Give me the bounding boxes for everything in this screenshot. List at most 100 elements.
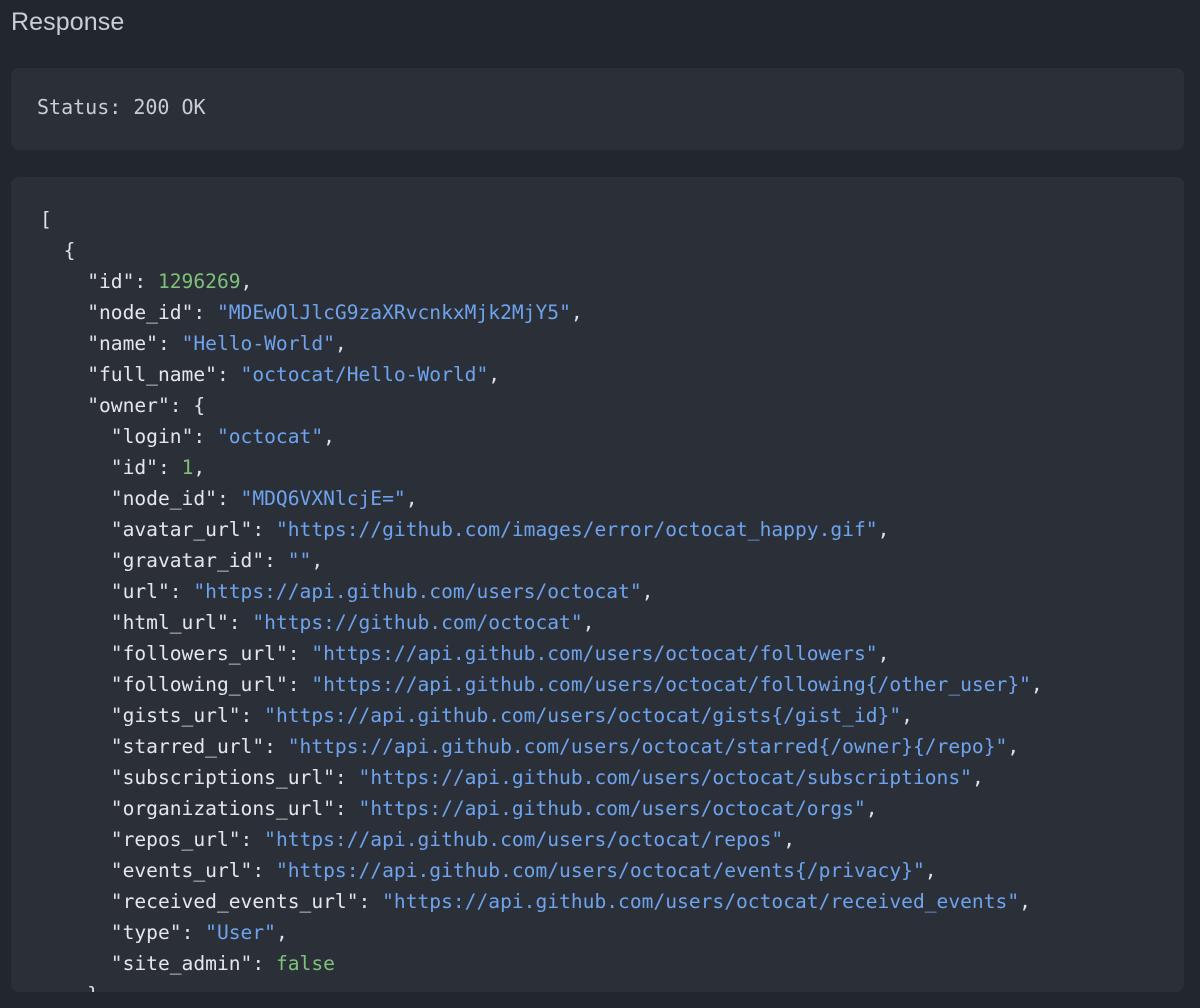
json-colon: : <box>264 549 288 572</box>
json-quote: " <box>110 921 123 944</box>
json-colon: : <box>240 828 265 851</box>
json-quote: " <box>311 425 324 448</box>
json-quote: " <box>87 394 99 417</box>
json-quote: " <box>358 766 371 789</box>
json-quote: " <box>570 611 583 634</box>
json-quote: " <box>110 704 123 727</box>
json-comma: , <box>901 704 913 727</box>
json-quote: " <box>264 828 276 851</box>
json-quote: " <box>110 518 123 541</box>
json-string-value: https://api.github.com/users/octocat/rec… <box>393 890 1008 913</box>
json-bracket: }, <box>87 983 111 992</box>
json-bracket: { <box>63 239 76 262</box>
json-colon: : <box>181 921 206 944</box>
json-quote: " <box>240 518 253 541</box>
json-quote: " <box>122 270 135 293</box>
json-quote: " <box>264 704 276 727</box>
json-quote: " <box>995 735 1008 758</box>
json-comma: , <box>971 766 984 789</box>
json-quote: " <box>358 797 371 820</box>
json-quote: " <box>169 921 182 944</box>
json-number-value: 1296269 <box>157 270 241 293</box>
json-comma: , <box>323 425 335 448</box>
json-key: full_name <box>98 363 206 386</box>
json-string-value: https://github.com/octocat <box>264 611 571 634</box>
json-comma: , <box>1007 735 1020 758</box>
json-colon: : <box>240 704 265 727</box>
json-key: name <box>98 332 147 355</box>
json-quote: " <box>228 828 241 851</box>
response-body-panel[interactable]: [ { "id": 1296269, "node_id": "MDEwOlJlc… <box>11 177 1184 992</box>
json-colon: : <box>252 952 276 975</box>
json-key: gists_url <box>122 704 229 727</box>
json-quote: " <box>240 363 253 386</box>
json-quote: " <box>110 487 123 510</box>
json-quote: " <box>205 363 217 386</box>
json-quote: " <box>275 642 288 665</box>
json-key: gravatar_id <box>122 549 253 572</box>
json-quote: " <box>299 549 312 572</box>
response-page: Response Status: 200 OK [ { "id": 129626… <box>0 0 1200 1008</box>
json-key: id <box>98 270 123 293</box>
json-quote: " <box>181 425 194 448</box>
json-quote: " <box>110 580 123 603</box>
code-line: "html_url": "https://github.com/octocat"… <box>40 607 1043 638</box>
json-quote: " <box>346 890 359 913</box>
json-key: events_url <box>122 859 241 882</box>
code-line: }, <box>40 979 1043 992</box>
json-string-value: octocat/Hello-World <box>252 363 477 386</box>
code-line: "organizations_url": "https://api.github… <box>40 793 1043 824</box>
json-quote: " <box>393 487 406 510</box>
json-quote: " <box>193 580 206 603</box>
json-comma: , <box>275 921 288 944</box>
json-colon: : <box>216 363 241 386</box>
json-quote: " <box>110 673 123 696</box>
json-string-value: https://api.github.com/users/octocat/sta… <box>299 735 996 758</box>
json-quote: " <box>252 735 265 758</box>
json-comma: , <box>865 797 878 820</box>
code-line: "site_admin": false <box>40 948 1043 979</box>
code-line: "login": "octocat", <box>40 421 1043 452</box>
json-quote: " <box>323 332 335 355</box>
json-string-value: https://github.com/images/error/octocat_… <box>287 518 866 541</box>
json-comma: , <box>582 611 595 634</box>
json-key: url <box>122 580 158 603</box>
json-colon: : <box>193 425 217 448</box>
json-quote: " <box>110 642 123 665</box>
json-quote: " <box>181 301 194 324</box>
json-boolean-value: false <box>275 952 335 975</box>
json-quote: " <box>287 735 300 758</box>
json-key: type <box>122 921 170 944</box>
json-quote: " <box>110 735 123 758</box>
json-quote: " <box>240 487 253 510</box>
json-colon: : <box>169 394 194 417</box>
json-quote: " <box>87 301 99 324</box>
json-comma: , <box>877 642 890 665</box>
json-colon: : <box>287 673 312 696</box>
json-string-value: https://api.github.com/users/octocat/org… <box>370 797 854 820</box>
json-comma: , <box>783 828 795 851</box>
json-string-value: https://api.github.com/users/octocat/eve… <box>287 859 913 882</box>
json-comma: , <box>877 518 890 541</box>
json-string-value: MDQ6VXNlcjE= <box>252 487 394 510</box>
json-quote: " <box>275 518 288 541</box>
json-key: node_id <box>122 487 206 510</box>
json-colon: : <box>252 518 276 541</box>
json-comma: , <box>311 549 324 572</box>
code-line: "gravatar_id": "", <box>40 545 1043 576</box>
json-quote: " <box>87 363 99 386</box>
json-string-value: octocat <box>228 425 312 448</box>
json-quote: " <box>110 611 123 634</box>
json-quote: " <box>146 456 158 479</box>
code-line: "received_events_url": "https://api.gith… <box>40 886 1043 917</box>
json-string-value: https://api.github.com/users/octocat/gis… <box>275 704 890 727</box>
json-colon: : <box>216 487 241 510</box>
code-line: "followers_url": "https://api.github.com… <box>40 638 1043 669</box>
json-quote: " <box>559 301 571 324</box>
json-key: followers_url <box>122 642 276 665</box>
json-comma: , <box>193 456 206 479</box>
json-quote: " <box>240 859 253 882</box>
json-quote: " <box>205 921 217 944</box>
json-quote: " <box>110 549 123 572</box>
json-string-value: https://api.github.com/users/octocat/fol… <box>323 642 866 665</box>
